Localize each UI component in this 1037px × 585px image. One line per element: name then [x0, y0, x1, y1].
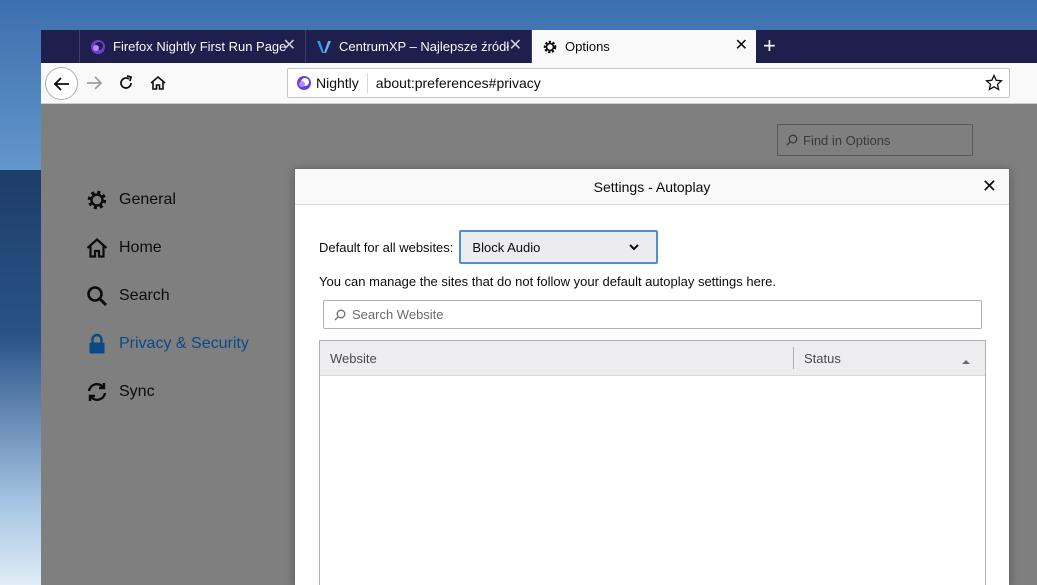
centrumxp-logo-icon: [316, 39, 332, 55]
url-bar[interactable]: Nightly about:preferences#privacy: [287, 68, 1010, 98]
website-list: Website Status: [319, 340, 986, 585]
sort-ascending-icon: [961, 354, 971, 369]
sync-icon: [85, 380, 109, 404]
tab-title: CentrumXP – Najlepsze źródło: [339, 39, 509, 54]
default-label: Default for all websites:: [319, 239, 454, 255]
back-arrow-icon: [53, 76, 69, 91]
category-label: Home: [119, 239, 162, 256]
gear-icon: [542, 39, 558, 55]
close-tab-icon[interactable]: ✕: [509, 38, 522, 54]
search-website-placeholder: Search Website: [352, 307, 444, 322]
navigation-toolbar: Nightly about:preferences#privacy: [41, 63, 1037, 104]
category-search[interactable]: Search: [85, 284, 170, 308]
find-placeholder: Find in Options: [803, 132, 891, 148]
manage-description: You can manage the sites that do not fol…: [319, 274, 776, 289]
default-autoplay-row: Default for all websites: Block Audio: [319, 230, 659, 264]
search-icon: [85, 284, 109, 308]
category-home[interactable]: Home: [85, 236, 162, 260]
nightly-logo-icon: [297, 76, 311, 90]
nightly-logo-icon: [90, 39, 106, 55]
dialog-title: Settings - Autoplay: [593, 178, 711, 195]
home-icon: [150, 75, 166, 90]
find-in-options-input[interactable]: Find in Options: [777, 124, 973, 156]
tab-title: Firefox Nightly First Run Page: [113, 39, 287, 54]
tab-strip: Firefox Nightly First Run Page ✕ Centrum…: [41, 30, 1037, 63]
category-label: Sync: [119, 383, 155, 400]
category-privacy-security[interactable]: Privacy & Security: [85, 332, 249, 356]
bookmark-star-icon[interactable]: [985, 73, 1003, 95]
default-autoplay-select[interactable]: Block Audio: [459, 230, 659, 264]
new-tab-plus-icon[interactable]: +: [763, 34, 776, 58]
dialog-header: Settings - Autoplay ✕: [295, 169, 1009, 205]
column-divider[interactable]: [793, 347, 794, 369]
close-icon[interactable]: ✕: [982, 177, 997, 195]
category-general[interactable]: General: [85, 188, 176, 212]
search-icon: [786, 134, 798, 146]
forward-arrow-icon: [87, 76, 103, 90]
category-label: Search: [119, 287, 170, 304]
browser-window: Firefox Nightly First Run Page ✕ Centrum…: [41, 30, 1037, 585]
forward-button[interactable]: [81, 70, 107, 96]
gear-icon: [85, 188, 109, 212]
lock-icon: [85, 332, 109, 356]
home-button[interactable]: [145, 70, 171, 96]
search-website-input[interactable]: Search Website: [323, 300, 982, 329]
reload-icon: [120, 75, 133, 89]
category-sync[interactable]: Sync: [85, 380, 155, 404]
chevron-down-icon: [628, 241, 640, 256]
table-header: Website Status: [320, 341, 985, 376]
back-button[interactable]: [45, 67, 78, 100]
url-text[interactable]: about:preferences#privacy: [376, 75, 541, 91]
column-website[interactable]: Website: [330, 351, 377, 366]
close-tab-icon[interactable]: ✕: [283, 38, 296, 54]
select-value: Block Audio: [472, 239, 541, 255]
autoplay-settings-dialog: Settings - Autoplay ✕ Default for all we…: [294, 168, 1010, 585]
column-status[interactable]: Status: [804, 351, 841, 366]
search-icon: [334, 309, 346, 320]
tab-title: Options: [565, 39, 610, 54]
tab-options[interactable]: Options ✕: [531, 30, 756, 63]
tab-centrumxp[interactable]: CentrumXP – Najlepsze źródło ✕: [305, 30, 530, 63]
close-tab-icon[interactable]: ✕: [735, 38, 748, 54]
identity-box[interactable]: Nightly: [288, 73, 368, 93]
reload-button[interactable]: [113, 70, 139, 96]
category-label: General: [119, 191, 176, 208]
preferences-content: Find in Options General Home Search Priv…: [41, 104, 1037, 585]
tab-firefox-first-run[interactable]: Firefox Nightly First Run Page ✕: [79, 30, 304, 63]
category-label: Privacy & Security: [119, 335, 249, 352]
home-icon: [85, 236, 109, 260]
identity-label: Nightly: [316, 75, 359, 91]
wallpaper-mountain: [0, 170, 41, 585]
